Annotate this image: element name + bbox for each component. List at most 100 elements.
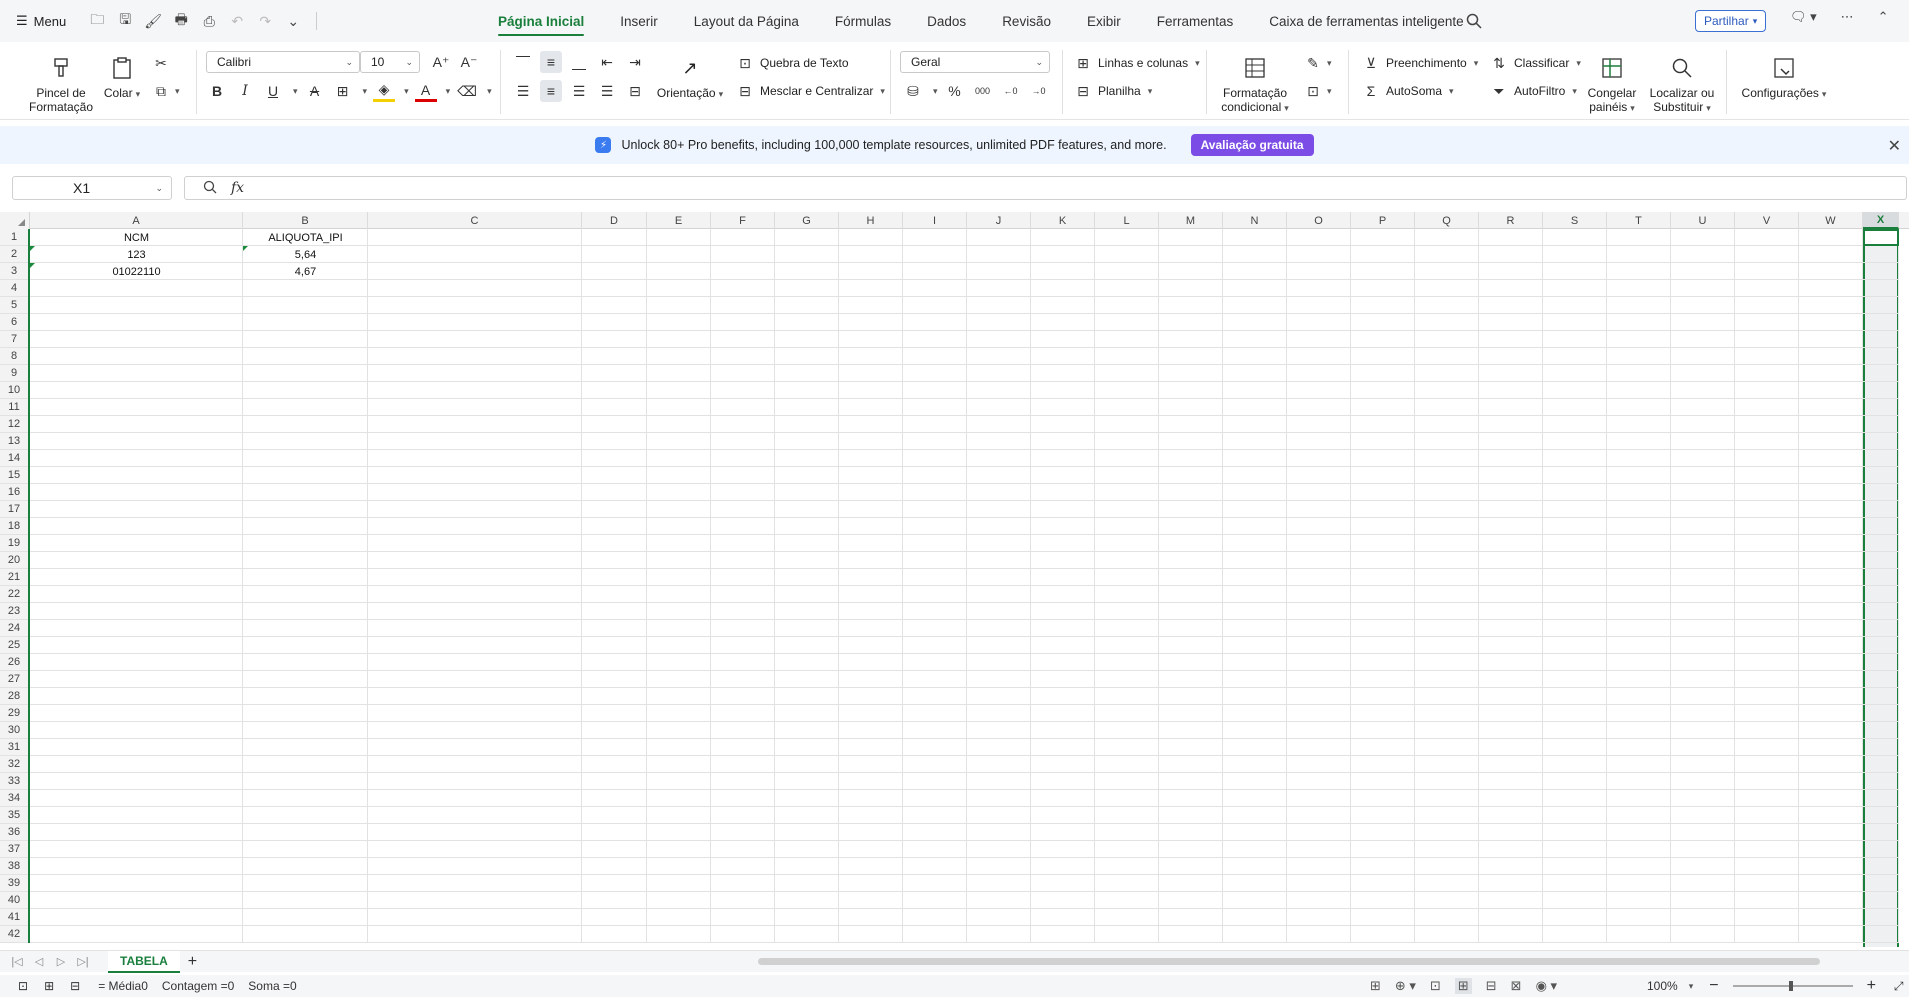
- align-right-icon[interactable]: ☰: [568, 80, 590, 102]
- normal-view-icon[interactable]: ⊞: [1454, 978, 1472, 994]
- column-header-i[interactable]: I: [903, 212, 967, 229]
- search-icon[interactable]: [1462, 9, 1486, 33]
- column-header-e[interactable]: E: [647, 212, 711, 229]
- zoom-out-icon[interactable]: −: [1709, 977, 1718, 995]
- find-replace-button[interactable]: Localizar ou Substituir ▾: [1646, 54, 1718, 115]
- align-middle-icon[interactable]: ≡: [540, 51, 562, 73]
- cut-button[interactable]: ✂: [150, 52, 172, 74]
- row-header-39[interactable]: 39: [0, 875, 28, 892]
- wrap-text-button[interactable]: ⊡ Quebra de Texto: [734, 52, 848, 74]
- column-header-r[interactable]: R: [1479, 212, 1543, 229]
- row-header-5[interactable]: 5: [0, 297, 28, 314]
- row-header-14[interactable]: 14: [0, 450, 28, 467]
- tab-caixa-ferramentas[interactable]: Caixa de ferramentas inteligente: [1251, 0, 1481, 42]
- add-sheet-icon[interactable]: +: [188, 953, 197, 971]
- conditional-format-button[interactable]: Formatação condicional ▾: [1214, 54, 1296, 115]
- cell-b2[interactable]: 5,64: [243, 246, 368, 263]
- format-painter-small-icon[interactable]: 🖌: [140, 8, 166, 34]
- align-bottom-icon[interactable]: ⎽: [568, 51, 590, 73]
- column-header-g[interactable]: G: [775, 212, 839, 229]
- copy-button[interactable]: ⧉ ▾: [150, 80, 180, 102]
- row-header-42[interactable]: 42: [0, 926, 28, 943]
- sort-button[interactable]: ⇅ Classificar ▾: [1488, 52, 1581, 74]
- row-header-11[interactable]: 11: [0, 399, 28, 416]
- underline-icon[interactable]: U: [262, 80, 284, 102]
- merge-center-button[interactable]: ⊟ Mesclar e Centralizar ▾: [734, 80, 885, 102]
- row-header-17[interactable]: 17: [0, 501, 28, 518]
- last-sheet-icon[interactable]: ▷|: [72, 955, 94, 968]
- increase-decimal-icon[interactable]: ←0: [1000, 80, 1022, 102]
- increase-indent-icon[interactable]: ⇥: [624, 51, 646, 73]
- page-layout-icon[interactable]: ⊞: [1370, 978, 1381, 994]
- tab-pagina-inicial[interactable]: Página Inicial: [480, 0, 602, 42]
- borders-icon[interactable]: ⊞: [332, 80, 354, 102]
- row-header-19[interactable]: 19: [0, 535, 28, 552]
- row-header-4[interactable]: 4: [0, 280, 28, 297]
- align-center-icon[interactable]: ≡: [540, 80, 562, 102]
- paste-button[interactable]: Colar ▾: [100, 54, 144, 101]
- column-header-j[interactable]: J: [967, 212, 1031, 229]
- column-header-v[interactable]: V: [1735, 212, 1799, 229]
- row-header-8[interactable]: 8: [0, 348, 28, 365]
- row-header-6[interactable]: 6: [0, 314, 28, 331]
- prev-sheet-icon[interactable]: ◁: [28, 955, 50, 968]
- row-header-30[interactable]: 30: [0, 722, 28, 739]
- select-all-corner[interactable]: [0, 212, 30, 229]
- font-color-icon[interactable]: A: [414, 80, 437, 102]
- row-header-21[interactable]: 21: [0, 569, 28, 586]
- column-header-o[interactable]: O: [1287, 212, 1351, 229]
- more-icon[interactable]: ⋯: [1841, 9, 1854, 25]
- row-header-38[interactable]: 38: [0, 858, 28, 875]
- column-header-d[interactable]: D: [582, 212, 647, 229]
- settings-button[interactable]: Configurações ▾: [1736, 54, 1832, 101]
- row-header-34[interactable]: 34: [0, 790, 28, 807]
- row-header-3[interactable]: 3: [0, 263, 28, 280]
- active-cell-cursor[interactable]: [1863, 229, 1899, 246]
- close-icon[interactable]: ✕: [1888, 136, 1901, 156]
- fx-icon[interactable]: fx: [231, 180, 244, 196]
- tab-layout-da-pagina[interactable]: Layout da Página: [676, 0, 817, 42]
- column-header-s[interactable]: S: [1543, 212, 1607, 229]
- first-sheet-icon[interactable]: |◁: [6, 955, 28, 968]
- row-header-27[interactable]: 27: [0, 671, 28, 688]
- row-header-1[interactable]: 1: [0, 229, 28, 246]
- tab-revisao[interactable]: Revisão: [984, 0, 1069, 42]
- row-header-32[interactable]: 32: [0, 756, 28, 773]
- chevron-down-icon[interactable]: ⌄: [280, 8, 306, 34]
- column-header-h[interactable]: H: [839, 212, 903, 229]
- autofilter-button[interactable]: ⏷ AutoFiltro ▾: [1488, 80, 1577, 102]
- format-cells-button[interactable]: ⊡ ▾: [1302, 80, 1331, 102]
- row-header-15[interactable]: 15: [0, 467, 28, 484]
- fullscreen-icon[interactable]: ⤢: [1894, 979, 1904, 994]
- autosum-button[interactable]: Σ AutoSoma ▾: [1360, 80, 1454, 102]
- tab-exibir[interactable]: Exibir: [1069, 0, 1139, 42]
- row-header-29[interactable]: 29: [0, 705, 28, 722]
- row-header-20[interactable]: 20: [0, 552, 28, 569]
- column-header-l[interactable]: L: [1095, 212, 1159, 229]
- number-format-select[interactable]: Geral ⌄: [900, 51, 1050, 73]
- grid-settings-icon[interactable]: ⊕ ▾: [1395, 978, 1416, 994]
- format-painter-button[interactable]: Pincel de Formatação: [28, 54, 94, 114]
- cell-a1[interactable]: NCM: [30, 229, 243, 246]
- decrease-decimal-icon[interactable]: →0: [1028, 80, 1050, 102]
- clear-format-icon[interactable]: ⌫: [456, 80, 478, 102]
- column-header-q[interactable]: Q: [1415, 212, 1479, 229]
- worksheet-button[interactable]: ⊟ Planilha ▾: [1072, 80, 1152, 102]
- column-header-u[interactable]: U: [1671, 212, 1735, 229]
- column-header-c[interactable]: C: [368, 212, 582, 229]
- currency-icon[interactable]: ⛁: [902, 80, 924, 102]
- font-size-select[interactable]: 10 ⌄: [360, 51, 420, 73]
- row-header-13[interactable]: 13: [0, 433, 28, 450]
- italic-icon[interactable]: I: [234, 80, 256, 102]
- fill-button[interactable]: ⊻ Preenchimento ▾: [1360, 52, 1478, 74]
- row-header-37[interactable]: 37: [0, 841, 28, 858]
- thousands-icon[interactable]: 000: [972, 80, 994, 102]
- row-header-31[interactable]: 31: [0, 739, 28, 756]
- row-header-7[interactable]: 7: [0, 331, 28, 348]
- row-header-36[interactable]: 36: [0, 824, 28, 841]
- freeze-panes-button[interactable]: Congelar painéis ▾: [1584, 54, 1640, 115]
- column-header-p[interactable]: P: [1351, 212, 1415, 229]
- column-header-t[interactable]: T: [1607, 212, 1671, 229]
- cell-b1[interactable]: ALIQUOTA_IPI: [243, 229, 368, 246]
- column-header-w[interactable]: W: [1799, 212, 1863, 229]
